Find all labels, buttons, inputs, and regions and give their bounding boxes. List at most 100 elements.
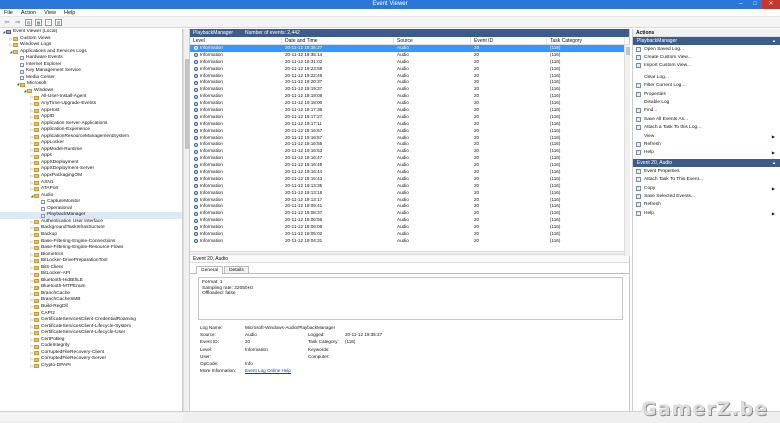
event-row[interactable]: i Information 20-11-12 19:05:02 Audio 20 (116… [190, 231, 629, 238]
event-list-scrollbar[interactable] [624, 45, 630, 256]
event-row[interactable]: i Information 20-11-12 19:16:47 Audio 20 (116… [190, 155, 629, 162]
level-text: Information [200, 162, 223, 168]
event-row[interactable]: i Information 20-11-12 19:16:57 Audio 20 (116… [190, 128, 629, 135]
help-icon [636, 150, 641, 156]
event-row[interactable]: i Information 20-11-12 19:17:11 Audio 20 (116… [190, 121, 629, 128]
action-import-custom-view[interactable]: Import Custom View... [633, 62, 780, 70]
log-icon [41, 207, 45, 212]
action-copy[interactable]: Copy ▶ [633, 184, 780, 192]
event-list-scroll-thumb[interactable] [626, 47, 630, 55]
action-disable-log[interactable]: Disable Log [633, 98, 780, 106]
action-pane-icon[interactable]: ▥ [55, 18, 62, 26]
action-open-saved-log[interactable]: Open Saved Log... [633, 45, 780, 53]
event-row[interactable]: i Information 20-11-12 19:13:18 Audio 20 (116… [190, 190, 629, 197]
action-refresh[interactable]: Refresh [633, 201, 780, 209]
event-row[interactable]: i Information 20-11-12 19:06:56 Audio 20 (116… [190, 217, 629, 224]
event-row[interactable]: i Information 20-11-12 19:16:53 Audio 20 (116… [190, 148, 629, 155]
tree-item[interactable]: ▷ Crypto-DPAPI [0, 363, 182, 370]
event-row[interactable]: i Information 20-11-12 19:16:57 Audio 20 (116… [190, 135, 629, 142]
action-create-custom-view[interactable]: Create Custom View... [633, 53, 780, 61]
minimize-button[interactable]: – [734, 0, 748, 9]
event-row[interactable]: i Information 20-11-12 19:08:37 Audio 20 (116… [190, 210, 629, 217]
event-row[interactable]: i Information 20-11-12 19:35:14 Audio 20 (116… [190, 52, 629, 59]
action-help[interactable]: Help ▶ [633, 149, 780, 157]
console-icon[interactable]: ▦ [35, 18, 42, 26]
column-header[interactable]: Date and Time [282, 37, 394, 44]
event-row[interactable]: i Information 20-11-12 19:23:58 Audio 20 (116… [190, 66, 629, 73]
action-save-selected-events[interactable]: Save Selected Events... [633, 192, 780, 200]
event-row[interactable]: i Information 20-11-12 19:16:45 Audio 20 (116… [190, 162, 629, 169]
source-cell: Audio [397, 141, 409, 147]
action-attach-a-task-to-this-log[interactable]: Attach a Task To this Log... [633, 124, 780, 132]
event-row[interactable]: i Information 20-11-12 19:20:37 Audio 20 (116… [190, 79, 629, 86]
action-view[interactable]: View ▶ [633, 132, 780, 140]
back-arrow-icon[interactable]: ⇦ [3, 18, 11, 26]
menu-help[interactable]: Help [64, 9, 75, 16]
event-row[interactable]: i Information 20-11-12 19:19:08 Audio 20 (116… [190, 93, 629, 100]
event-row[interactable]: i Information 20-11-12 19:17:27 Audio 20 (116… [190, 114, 629, 121]
action-filter-current-log[interactable]: Filter Current Log... [633, 82, 780, 90]
event-row[interactable]: i Information 20-11-12 19:06:06 Audio 20 (116… [190, 224, 629, 231]
event-row[interactable]: i Information 20-11-12 19:31:02 Audio 20 (116… [190, 59, 629, 66]
information-icon: i [194, 94, 198, 99]
action-clear-log[interactable]: Clear Log... [633, 73, 780, 81]
online-help-link[interactable]: Event Log Online Help [245, 368, 291, 374]
event-row[interactable]: i Information 20-11-12 19:19:37 Audio 20 (116… [190, 86, 629, 93]
event-row[interactable]: i Information 20-11-12 19:18:00 Audio 20 (116… [190, 100, 629, 107]
actions-section-event[interactable]: Event 20, Audio ▲ [633, 159, 780, 168]
show-tree-icon[interactable]: ▤ [25, 18, 32, 26]
collapse-caret-icon[interactable]: ▲ [772, 159, 776, 167]
action-attach-task-to-this-event[interactable]: Attach Task To This Event... [633, 175, 780, 183]
submenu-arrow-icon: ▶ [771, 185, 775, 191]
event-id-cell: 20 [474, 148, 480, 154]
action-event-properties[interactable]: Event Properties [633, 167, 780, 175]
properties-icon [636, 91, 641, 97]
help-icon[interactable]: ? [45, 18, 52, 26]
action-help[interactable]: Help ▶ [633, 209, 780, 217]
action-properties[interactable]: Properties [633, 90, 780, 98]
event-row[interactable]: i Information 20-11-12 19:04:31 Audio 20 (116… [190, 238, 629, 245]
event-row[interactable]: i Information 20-11-12 19:16:44 Audio 20 (116… [190, 169, 629, 176]
event-row[interactable]: i Information 20-11-12 19:13:35 Audio 20 (116… [190, 183, 629, 190]
level-cell: i Information [190, 121, 282, 128]
action-refresh[interactable]: Refresh [633, 140, 780, 148]
action-label: Attach Task To This Event... [644, 177, 703, 183]
forward-arrow-icon[interactable]: ⇨ [14, 18, 22, 26]
event-row[interactable]: i Information 20-11-12 19:15:43 Audio 20 (116… [190, 176, 629, 183]
log-name-value: Microsoft-Windows-Audio/PlaybackManager [245, 325, 336, 330]
folder-icon [13, 43, 18, 48]
event-row[interactable]: i Information 20-11-12 19:17:36 Audio 20 (116… [190, 107, 629, 114]
tab-details[interactable]: Details [224, 266, 249, 273]
date-cell: 20-11-12 19:16:44 [285, 169, 323, 175]
tab-general[interactable]: General [196, 266, 224, 274]
folder-icon [34, 174, 39, 179]
tree-horizontal-scrollbar[interactable] [0, 413, 183, 421]
actions-section-log[interactable]: PlaybackManager ▲ [633, 37, 780, 45]
action-find[interactable]: Find... [633, 107, 780, 115]
column-header[interactable]: Level [190, 37, 282, 44]
menu-view[interactable]: View [44, 9, 56, 16]
actions-title: Actions [633, 29, 780, 37]
menu-file[interactable]: File [4, 9, 13, 16]
maximize-button[interactable]: □ [748, 0, 762, 9]
event-row[interactable]: i Information 20-11-12 19:09:41 Audio 20 (116… [190, 203, 629, 210]
collapse-caret-icon[interactable]: ▲ [772, 37, 776, 45]
event-row[interactable]: i Information 20-11-12 19:35:27 Audio 20 (116… [190, 45, 629, 52]
event-row[interactable]: i Information 20-11-12 19:16:55 Audio 20 (116… [190, 141, 629, 148]
action-save-all-events-as[interactable]: Save All Events As... [633, 115, 780, 123]
column-header[interactable]: Source [394, 37, 471, 44]
event-id-cell: 20 [474, 175, 480, 181]
level-text: Information [200, 127, 223, 133]
event-row[interactable]: i Information 20-11-12 19:22:48 Audio 20 (116… [190, 73, 629, 80]
close-button[interactable]: ✕ [762, 0, 780, 9]
source-cell: Audio [397, 134, 409, 140]
log-pane-header: PlaybackManager Number of events: 2,442 [190, 29, 629, 37]
event-id-cell: 20 [474, 182, 480, 188]
task-category-cell: (116) [550, 79, 561, 85]
column-header[interactable]: Task Category [547, 37, 625, 44]
level-cell: i Information [190, 203, 282, 210]
column-header[interactable]: Event ID [471, 37, 547, 44]
event-id-cell: 20 [474, 120, 480, 126]
event-row[interactable]: i Information 20-11-12 19:13:17 Audio 20 (116… [190, 197, 629, 204]
menu-action[interactable]: Action [21, 9, 36, 16]
